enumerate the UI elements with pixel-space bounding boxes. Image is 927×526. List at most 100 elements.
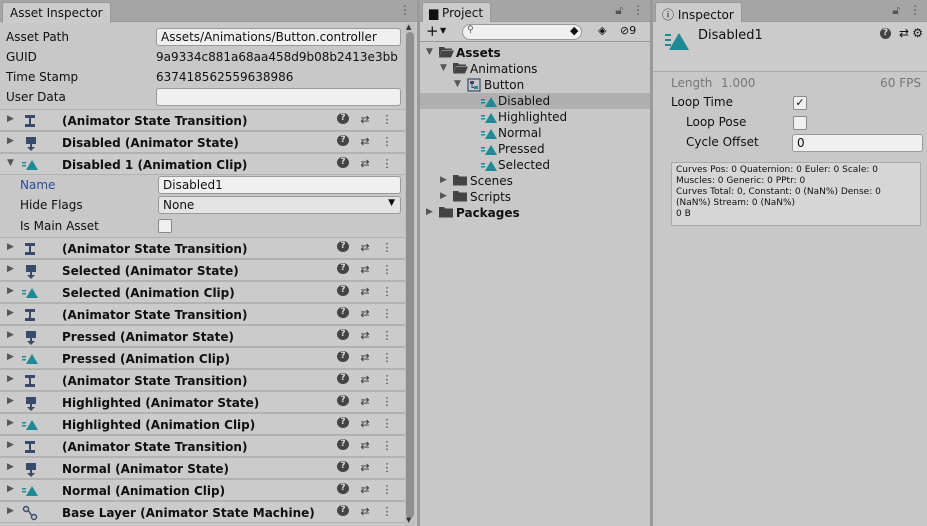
subasset-header[interactable]: ▶ Pressed (Animator State) ? ⇄ ⋮ (0, 325, 405, 347)
search-input[interactable]: ⚲ (462, 24, 582, 40)
help-icon[interactable]: ? (337, 241, 349, 252)
more-menu-icon[interactable]: ⋮ (632, 3, 644, 18)
subasset-header[interactable]: ▶ Selected (Animation Clip) ? ⇄ ⋮ (0, 281, 405, 303)
chevron-down-icon[interactable]: ▼ (454, 79, 461, 89)
tab-asset-inspector[interactable]: Asset Inspector (2, 2, 111, 23)
chevron-right-icon[interactable]: ▶ (7, 396, 14, 406)
preset-icon[interactable]: ⇄ (359, 351, 371, 364)
more-menu-icon[interactable]: ⋮ (381, 483, 393, 496)
chevron-down-icon[interactable]: ▼ (7, 158, 14, 168)
subasset-header[interactable]: ▼ Disabled 1 (Animation Clip) ? ⇄ ⋮ (0, 153, 405, 175)
tab-project[interactable]: ▆ Project (422, 2, 492, 23)
preset-icon[interactable]: ⇄ (359, 505, 371, 518)
tree-item[interactable]: ▶ Packages (420, 205, 650, 221)
more-menu-icon[interactable]: ⋮ (381, 241, 393, 254)
asset-inspector-scrollbar[interactable]: ▲ ▼ (405, 23, 415, 526)
tree-item[interactable]: Selected (420, 157, 650, 173)
more-menu-icon[interactable]: ⋮ (381, 461, 393, 474)
more-menu-icon[interactable]: ⋮ (381, 395, 393, 408)
more-menu-icon[interactable]: ⋮ (381, 505, 393, 518)
tree-item[interactable]: Highlighted (420, 109, 650, 125)
more-menu-icon[interactable]: ⋮ (381, 417, 393, 430)
chevron-down-icon[interactable]: ▼ (440, 26, 446, 35)
subasset-header[interactable]: ▶ Selected (Animator State) ? ⇄ ⋮ (0, 259, 405, 281)
help-icon[interactable]: ? (337, 395, 349, 406)
chevron-right-icon[interactable]: ▶ (7, 506, 14, 516)
preset-icon[interactable]: ⇄ (359, 157, 371, 170)
help-icon[interactable]: ? (337, 157, 349, 168)
subasset-header[interactable]: ▶ Normal (Animator State) ? ⇄ ⋮ (0, 457, 405, 479)
loop-pose-checkbox[interactable] (793, 116, 807, 130)
more-menu-icon[interactable]: ⋮ (381, 285, 393, 298)
loop-time-checkbox[interactable]: ✓ (793, 96, 807, 110)
preset-icon[interactable]: ⇄ (359, 241, 371, 254)
preset-icon[interactable]: ⇄ (359, 395, 371, 408)
subasset-header[interactable]: ▶ Pressed (Animation Clip) ? ⇄ ⋮ (0, 347, 405, 369)
subasset-header[interactable]: ▶ (Animator State Transition) ? ⇄ ⋮ (0, 109, 405, 131)
subasset-header[interactable]: ▶ Normal (Animation Clip) ? ⇄ ⋮ (0, 479, 405, 501)
lock-icon[interactable]: 🔓︎ (892, 3, 900, 18)
help-icon[interactable]: ? (337, 417, 349, 428)
help-icon[interactable]: ? (337, 351, 349, 362)
plus-icon[interactable]: + (426, 22, 439, 40)
preset-icon[interactable]: ⇄ (359, 439, 371, 452)
tree-item[interactable]: ▼ Button (420, 77, 650, 93)
tree-item[interactable]: Pressed (420, 141, 650, 157)
scroll-down-icon[interactable]: ▼ (406, 516, 411, 524)
chevron-down-icon[interactable]: ▼ (426, 47, 433, 57)
preset-icon[interactable]: ⇄ (359, 135, 371, 148)
chevron-right-icon[interactable]: ▶ (7, 264, 14, 274)
chevron-right-icon[interactable]: ▶ (440, 175, 447, 185)
subasset-header[interactable]: ▶ Base Layer (Animator State Machine) ? ⇄… (0, 501, 405, 523)
subasset-header[interactable]: ▶ Highlighted (Animation Clip) ? ⇄ ⋮ (0, 413, 405, 435)
subasset-header[interactable]: ▶ (Animator State Transition) ? ⇄ ⋮ (0, 435, 405, 457)
chevron-right-icon[interactable]: ▶ (7, 440, 14, 450)
chevron-right-icon[interactable]: ▶ (7, 308, 14, 318)
more-menu-icon[interactable]: ⋮ (381, 157, 393, 170)
gear-icon[interactable]: ⚙ (912, 26, 923, 40)
filter-by-type-icon[interactable]: ◆ (570, 24, 578, 37)
preset-icon[interactable]: ⇄ (359, 329, 371, 342)
scroll-thumb[interactable] (406, 32, 414, 518)
help-icon[interactable]: ? (337, 483, 349, 494)
is-main-asset-checkbox[interactable] (158, 219, 172, 233)
help-icon[interactable]: ? (337, 113, 349, 124)
preset-icon[interactable]: ⇄ (359, 483, 371, 496)
help-icon[interactable]: ? (337, 373, 349, 384)
more-menu-icon[interactable]: ⋮ (381, 263, 393, 276)
hide-flags-dropdown[interactable]: None ▼ (158, 196, 401, 214)
subasset-header[interactable]: ▶ Highlighted (Animator State) ? ⇄ ⋮ (0, 391, 405, 413)
preset-icon[interactable]: ⇄ (359, 461, 371, 474)
hidden-packages-icon[interactable]: ⊘9 (620, 24, 636, 37)
chevron-right-icon[interactable]: ▶ (7, 484, 14, 494)
tree-item[interactable]: ▶ Scripts (420, 189, 650, 205)
help-icon[interactable]: ? (337, 439, 349, 450)
tree-item[interactable]: Disabled (420, 93, 650, 109)
user-data-field[interactable] (156, 88, 401, 106)
tree-item[interactable]: ▼ Animations (420, 61, 650, 77)
more-menu-icon[interactable]: ⋮ (909, 3, 921, 18)
help-icon[interactable]: ? (337, 285, 349, 296)
name-field[interactable]: Disabled1 (158, 176, 401, 194)
help-icon[interactable]: ? (337, 307, 349, 318)
chevron-right-icon[interactable]: ▶ (7, 374, 14, 384)
preset-icon[interactable]: ⇄ (359, 373, 371, 386)
help-icon[interactable]: ? (337, 461, 349, 472)
help-icon[interactable]: ? (337, 329, 349, 340)
preset-icon[interactable]: ⇄ (359, 113, 371, 126)
more-menu-icon[interactable]: ⋮ (381, 329, 393, 342)
subasset-header[interactable]: ▶ (Animator State Transition) ? ⇄ ⋮ (0, 237, 405, 259)
chevron-right-icon[interactable]: ▶ (7, 114, 14, 124)
preset-icon[interactable]: ⇄ (899, 26, 909, 40)
cycle-offset-field[interactable]: 0 (792, 134, 923, 152)
chevron-right-icon[interactable]: ▶ (7, 462, 14, 472)
subasset-header[interactable]: ▶ (Animator State Transition) ? ⇄ ⋮ (0, 369, 405, 391)
tree-item[interactable]: ▼ Assets (420, 45, 650, 61)
more-menu-icon[interactable]: ⋮ (399, 3, 411, 17)
chevron-right-icon[interactable]: ▶ (440, 191, 447, 201)
preset-icon[interactable]: ⇄ (359, 285, 371, 298)
more-menu-icon[interactable]: ⋮ (381, 439, 393, 452)
preset-icon[interactable]: ⇄ (359, 263, 371, 276)
chevron-right-icon[interactable]: ▶ (7, 136, 14, 146)
more-menu-icon[interactable]: ⋮ (381, 135, 393, 148)
